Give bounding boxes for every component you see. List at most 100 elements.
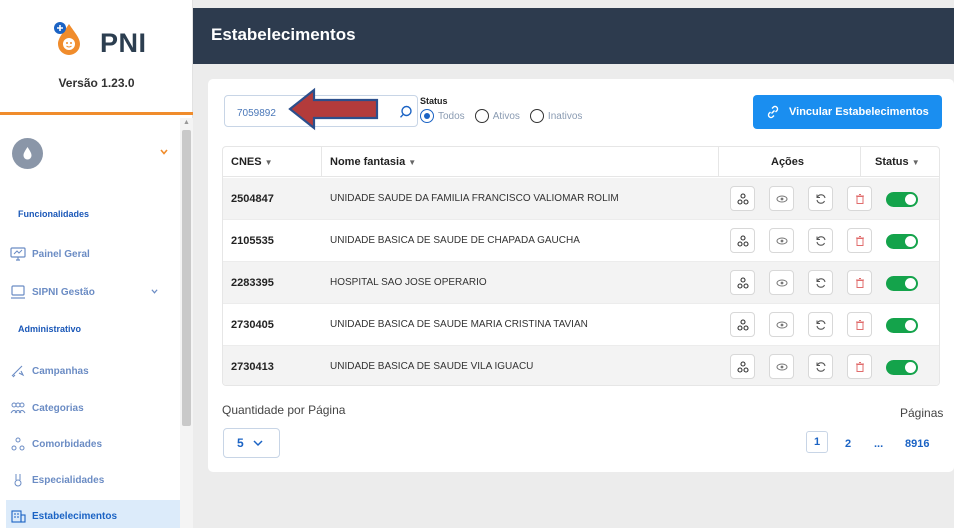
- link-unit-button[interactable]: [730, 312, 755, 337]
- view-icon: [776, 363, 787, 370]
- page-1-button[interactable]: 1: [806, 431, 828, 453]
- trash-icon: [855, 361, 864, 372]
- arrow-annotation-icon: [288, 87, 379, 131]
- view-button[interactable]: [769, 354, 794, 379]
- refresh-button[interactable]: [808, 186, 833, 211]
- sidebar-item-especialidades[interactable]: Especialidades: [10, 470, 178, 490]
- radio-inativos[interactable]: [529, 109, 544, 123]
- column-nome-fantasia[interactable]: Nome fantasia ▼: [330, 156, 416, 168]
- trash-button[interactable]: [847, 270, 872, 295]
- cell-cnes: 2283395: [231, 277, 274, 289]
- people-icon: [10, 402, 26, 414]
- trash-icon: [855, 235, 864, 246]
- refresh-icon: [815, 235, 826, 246]
- view-button[interactable]: [769, 186, 794, 211]
- search-icon[interactable]: [399, 105, 413, 119]
- sidebar-item-label: Estabelecimentos: [32, 510, 118, 522]
- refresh-button[interactable]: [808, 312, 833, 337]
- building-icon: [11, 510, 26, 523]
- radio-ativos-label[interactable]: Ativos: [493, 111, 520, 122]
- sidebar-item-sipni-gestao[interactable]: SIPNI Gestão: [10, 282, 178, 302]
- trash-button[interactable]: [847, 228, 872, 253]
- link-unit-button[interactable]: [730, 354, 755, 379]
- sidebar-item-label: Especialidades: [32, 474, 105, 486]
- table-row: 2105535 UNIDADE BASICA DE SAUDE DE CHAPAD…: [223, 220, 939, 262]
- sidebar-item-label: Painel Geral: [32, 248, 90, 260]
- refresh-icon: [815, 319, 826, 330]
- cell-nome-fantasia: HOSPITAL SAO JOSE OPERARIO: [330, 277, 487, 288]
- view-icon: [776, 237, 787, 244]
- view-button[interactable]: [769, 312, 794, 337]
- column-status[interactable]: Status ▼: [875, 156, 920, 168]
- chevron-down-icon[interactable]: [160, 148, 168, 156]
- trash-button[interactable]: [847, 354, 872, 379]
- sidebar-scroll-thumb[interactable]: [182, 130, 191, 426]
- link-unit-button[interactable]: [730, 186, 755, 211]
- status-toggle[interactable]: [886, 318, 918, 333]
- table-row: 2283395 HOSPITAL SAO JOSE OPERARIO: [223, 262, 939, 304]
- page-last-button[interactable]: 8916: [905, 438, 929, 450]
- monitor-icon: [11, 285, 25, 299]
- trash-button[interactable]: [847, 312, 872, 337]
- page-ellipsis: ...: [874, 438, 884, 450]
- status-toggle[interactable]: [886, 234, 918, 249]
- per-page-select[interactable]: 5: [223, 428, 280, 458]
- scroll-up-icon[interactable]: ▲: [183, 119, 190, 126]
- table-header: CNES ▼ Nome fantasia ▼ Ações Status ▼: [223, 147, 939, 177]
- pni-logo-icon: [54, 22, 80, 55]
- link-unit-icon: [736, 234, 749, 247]
- sidebar-item-label: Categorias: [32, 402, 84, 414]
- column-cnes[interactable]: CNES ▼: [231, 156, 273, 168]
- logo-area: PNI Versão 1.23.0: [0, 0, 193, 115]
- trash-button[interactable]: [847, 186, 872, 211]
- sidebar-item-painel-geral[interactable]: Painel Geral: [10, 244, 178, 264]
- sidebar-item-estabelecimentos[interactable]: Estabelecimentos: [6, 500, 180, 528]
- sidebar: PNI Versão 1.23.0 ▲ Funcionalidades Pain…: [0, 0, 193, 528]
- page-title: Estabelecimentos: [211, 25, 356, 44]
- sidebar-item-campanhas[interactable]: Campanhas: [10, 361, 178, 381]
- status-radio-group: Todos Ativos Inativos: [420, 109, 592, 123]
- radio-inativos-label[interactable]: Inativos: [548, 111, 582, 122]
- refresh-button[interactable]: [808, 354, 833, 379]
- link-icon: [767, 105, 779, 119]
- sidebar-item-comorbidades[interactable]: Comorbidades: [10, 434, 178, 454]
- chevron-down-icon[interactable]: [151, 288, 158, 295]
- cell-nome-fantasia: UNIDADE BASICA DE SAUDE DE CHAPADA GAUCH…: [330, 235, 580, 246]
- medal-icon: [14, 474, 22, 487]
- cell-cnes: 2730405: [231, 319, 274, 331]
- radio-todos[interactable]: [420, 109, 434, 123]
- view-button[interactable]: [769, 228, 794, 253]
- section-administrativo: Administrativo: [18, 324, 82, 334]
- column-acoes: Ações: [771, 156, 805, 168]
- app-version: Versão 1.23.0: [58, 76, 135, 90]
- cell-cnes: 2504847: [231, 193, 274, 205]
- search-input-value: 7059892: [237, 108, 276, 119]
- radio-todos-label[interactable]: Todos: [438, 111, 465, 122]
- status-toggle[interactable]: [886, 276, 918, 291]
- view-button[interactable]: [769, 270, 794, 295]
- radio-ativos[interactable]: [474, 109, 489, 123]
- sidebar-item-label: SIPNI Gestão: [32, 286, 95, 298]
- status-filter-label: Status: [420, 96, 448, 106]
- sidebar-item-categorias[interactable]: Categorias: [10, 398, 178, 418]
- view-icon: [776, 195, 787, 202]
- status-toggle[interactable]: [886, 192, 918, 207]
- refresh-button[interactable]: [808, 228, 833, 253]
- sort-icon: ▼: [911, 158, 920, 167]
- refresh-button[interactable]: [808, 270, 833, 295]
- status-toggle[interactable]: [886, 360, 918, 375]
- link-unit-button[interactable]: [730, 228, 755, 253]
- user-avatar[interactable]: [12, 138, 43, 169]
- establishments-table: CNES ▼ Nome fantasia ▼ Ações Status ▼ 25…: [222, 146, 940, 386]
- trash-icon: [855, 277, 864, 288]
- page-header: Estabelecimentos: [193, 8, 954, 64]
- link-establishments-button[interactable]: Vincular Estabelecimentos: [753, 95, 942, 129]
- comorbidity-icon: [11, 437, 25, 451]
- main-card: 7059892 Status Todos Ativos Inativos Vin…: [208, 79, 954, 472]
- link-unit-icon: [736, 360, 749, 373]
- link-unit-button[interactable]: [730, 270, 755, 295]
- page-2-button[interactable]: 2: [845, 438, 851, 450]
- cell-cnes: 2730413: [231, 361, 274, 373]
- cell-nome-fantasia: UNIDADE BASICA DE SAUDE VILA IGUACU: [330, 361, 534, 372]
- sidebar-item-label: Comorbidades: [32, 438, 103, 450]
